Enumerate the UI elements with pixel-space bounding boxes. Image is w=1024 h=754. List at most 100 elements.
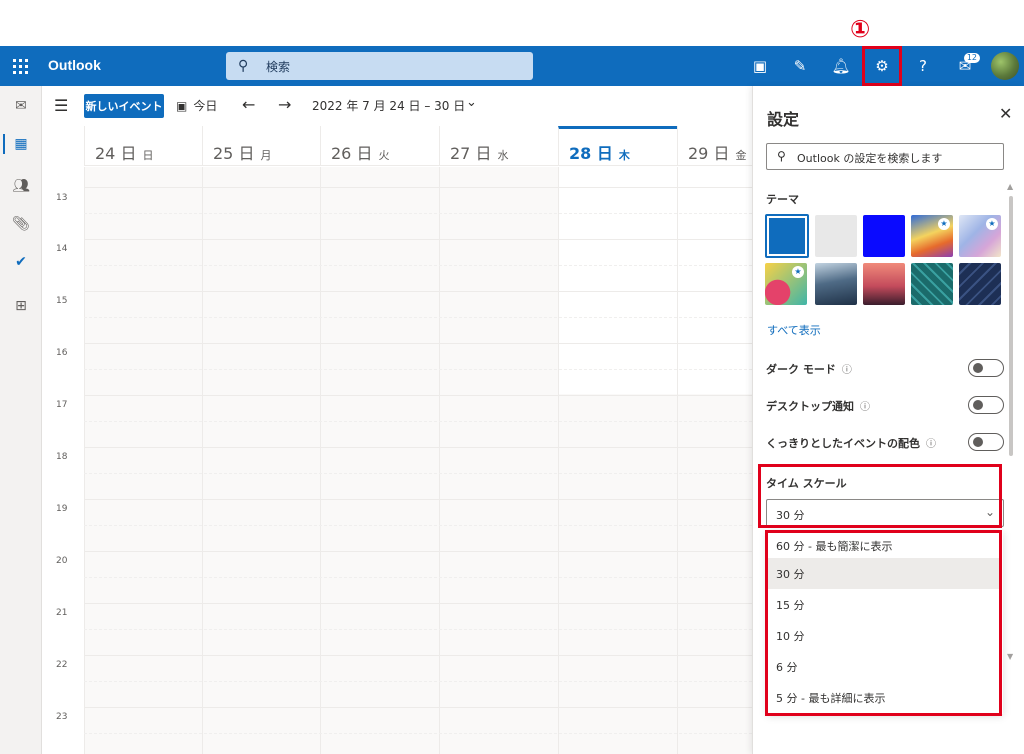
close-icon[interactable]: ✕ <box>999 104 1012 123</box>
day-header-today[interactable]: 28 日木 <box>558 126 677 166</box>
chevron-down-icon[interactable]: ⌄ <box>466 95 477 110</box>
chevron-down-icon: ⌄ <box>984 505 995 519</box>
dark-mode-row: ダーク モード ⓘ <box>766 359 1006 379</box>
attachment-icon[interactable]: 📎︎ <box>0 210 42 238</box>
theme-swatch-circuit[interactable] <box>911 263 953 305</box>
hour-line <box>84 395 752 396</box>
info-icon[interactable]: ⓘ <box>842 365 852 376</box>
feedback-icon[interactable]: ✉ 12 <box>945 46 985 86</box>
day-column-today[interactable] <box>558 167 677 394</box>
day-column[interactable] <box>84 167 202 754</box>
todo-icon[interactable]: ✎ <box>780 46 820 86</box>
half-hour-line <box>84 265 752 266</box>
timescale-dropdown: 60 分 - 最も簡潔に表示 30 分 15 分 10 分 6 分 5 分 - … <box>767 530 1003 714</box>
people-icon[interactable]: 👥︎ <box>0 172 42 200</box>
help-icon[interactable]: ? <box>903 46 943 86</box>
dark-mode-toggle[interactable] <box>968 359 1004 377</box>
half-hour-line <box>84 577 752 578</box>
search-box[interactable]: ⚲ 検索 <box>226 52 533 80</box>
notification-badge: 12 <box>963 53 980 63</box>
info-icon[interactable]: ⓘ <box>860 402 870 413</box>
half-hour-line <box>84 317 752 318</box>
day-column-rest[interactable] <box>677 394 752 754</box>
apps-icon[interactable]: ⊞ <box>0 292 42 320</box>
theme-swatch-gray[interactable] <box>815 215 857 257</box>
day-column[interactable] <box>320 167 439 754</box>
calendar-today-icon: ▣ <box>176 98 188 113</box>
menu-icon[interactable]: ☰ <box>54 96 68 115</box>
vivid-colors-toggle[interactable] <box>968 433 1004 451</box>
day-header[interactable]: 26 日火 <box>320 126 439 166</box>
theme-swatch-bright-blue[interactable] <box>863 215 905 257</box>
hour-label: 17 <box>56 400 68 410</box>
avatar[interactable] <box>991 52 1019 80</box>
app-name[interactable]: Outlook <box>48 57 101 73</box>
hour-line <box>84 187 752 188</box>
prev-arrow-icon[interactable]: ← <box>242 95 255 114</box>
new-event-button[interactable]: 新しいイベント <box>84 94 164 118</box>
scroll-up-icon[interactable]: ▲ <box>1007 182 1013 191</box>
info-icon[interactable]: ⓘ <box>926 439 936 450</box>
settings-panel: 設定 ✕ ⚲ Outlook の設定を検索します テーマ ★ ★ ★ すべて表示… <box>752 86 1024 754</box>
half-hour-line <box>84 681 752 682</box>
theme-swatch-blue-selected[interactable] <box>765 214 809 258</box>
day-header[interactable]: 27 日水 <box>439 126 558 166</box>
day-header[interactable]: 29 日金 <box>677 126 752 166</box>
half-hour-line <box>84 629 752 630</box>
search-placeholder: 検索 <box>266 60 291 74</box>
day-header[interactable]: 25 日月 <box>202 126 320 166</box>
half-hour-line <box>84 421 752 422</box>
bell-icon[interactable]: 🔔︎ <box>821 46 861 86</box>
hour-label: 21 <box>56 608 68 618</box>
timescale-select[interactable]: 30 分 ⌄ <box>766 499 1004 527</box>
left-rail: ✉ ▦ 👥︎ 📎︎ ✔ ⊞ <box>0 86 42 754</box>
timescale-option[interactable]: 15 分 <box>767 589 1001 620</box>
theme-swatch-mountain[interactable] <box>815 263 857 305</box>
desktop-notification-toggle[interactable] <box>968 396 1004 414</box>
timescale-option[interactable]: 60 分 - 最も簡潔に表示 <box>767 530 1001 561</box>
mail-icon[interactable]: ✉ <box>0 92 42 120</box>
timescale-option[interactable]: 6 分 <box>767 651 1001 682</box>
hour-label: 14 <box>56 244 68 254</box>
theme-swatch-flower[interactable]: ★ <box>765 263 807 305</box>
panel-scrollbar[interactable] <box>1009 196 1013 456</box>
settings-search-input[interactable]: ⚲ Outlook の設定を検索します <box>766 143 1004 170</box>
today-button[interactable]: ▣ 今日 <box>176 97 217 114</box>
hour-line <box>84 291 752 292</box>
scroll-down-icon[interactable]: ▼ <box>1007 652 1013 661</box>
calendar-icon[interactable]: ▦ <box>0 130 42 158</box>
hour-label: 19 <box>56 504 68 514</box>
search-icon: ⚲ <box>777 149 786 163</box>
next-arrow-icon[interactable]: → <box>278 95 291 114</box>
day-column[interactable] <box>202 167 320 754</box>
half-hour-line <box>84 213 752 214</box>
date-range[interactable]: 2022 年 7 月 24 日 – 30 日 <box>312 97 465 114</box>
gear-icon[interactable]: ⚙ <box>862 46 902 86</box>
theme-swatch-navy[interactable] <box>959 263 1001 305</box>
app-launcher-icon[interactable] <box>0 46 40 86</box>
teams-icon[interactable]: ▣ <box>740 46 780 86</box>
desktop-notification-row: デスクトップ通知 ⓘ <box>766 396 1006 416</box>
theme-swatch-rainbow[interactable]: ★ <box>911 215 953 257</box>
timescale-option[interactable]: 5 分 - 最も詳細に表示 <box>767 682 1001 713</box>
theme-swatch-silk[interactable]: ★ <box>959 215 1001 257</box>
hour-line <box>84 447 752 448</box>
show-all-themes-link[interactable]: すべて表示 <box>767 322 821 338</box>
star-icon: ★ <box>792 266 804 278</box>
day-column[interactable] <box>677 167 752 394</box>
half-hour-line <box>84 733 752 734</box>
half-hour-line <box>84 525 752 526</box>
half-hour-line <box>84 369 752 370</box>
day-column[interactable] <box>439 167 558 754</box>
time-grid[interactable]: 13 14 15 16 17 18 19 20 21 22 23 <box>42 167 752 754</box>
hour-line <box>84 603 752 604</box>
checkmark-icon[interactable]: ✔ <box>0 248 42 276</box>
hour-label: 13 <box>56 193 68 203</box>
timescale-option-selected[interactable]: 30 分 <box>767 558 1001 589</box>
hour-line <box>84 499 752 500</box>
theme-swatch-palms[interactable] <box>863 263 905 305</box>
day-header[interactable]: 24 日日 <box>84 126 202 166</box>
hour-label: 18 <box>56 452 68 462</box>
day-column-today-rest[interactable] <box>558 394 677 754</box>
timescale-option[interactable]: 10 分 <box>767 620 1001 651</box>
